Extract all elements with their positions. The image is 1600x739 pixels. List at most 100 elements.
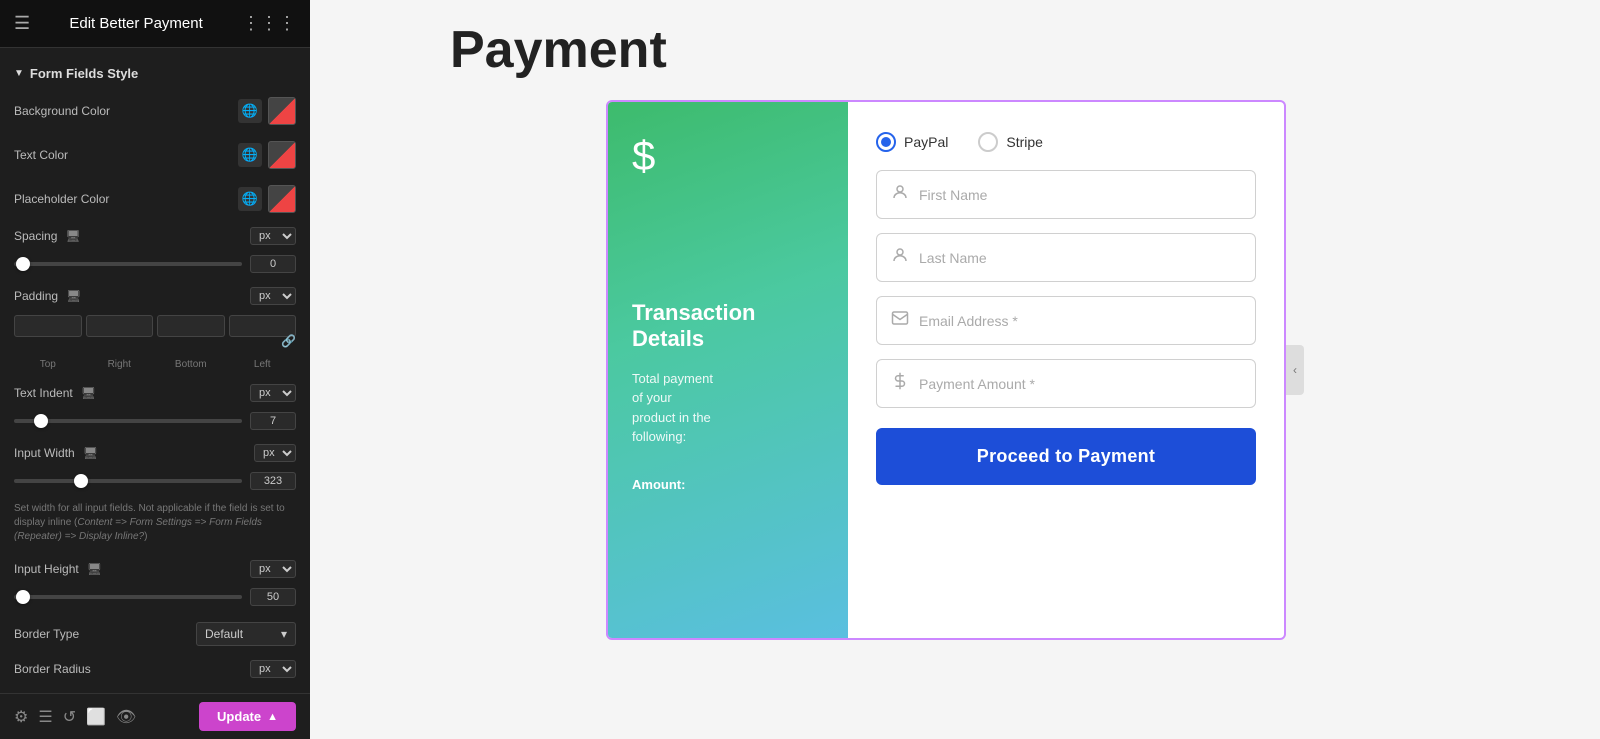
padding-bottom-input[interactable] [157, 315, 225, 337]
padding-label-top: Top [14, 359, 82, 370]
background-color-swatch[interactable] [268, 97, 296, 125]
stripe-radio-circle[interactable] [978, 132, 998, 152]
spacing-slider-thumb[interactable] [16, 257, 30, 271]
input-width-unit-select[interactable]: px % [254, 444, 296, 462]
padding-top-input[interactable] [14, 315, 82, 337]
placeholder-color-swatch[interactable] [268, 185, 296, 213]
padding-label-right: Right [86, 359, 154, 370]
input-height-label: Input Height [14, 562, 79, 576]
input-width-slider-thumb[interactable] [74, 474, 88, 488]
email-address-field[interactable]: Email Address * [876, 296, 1256, 345]
padding-label: Padding [14, 289, 58, 303]
input-height-slider[interactable] [14, 595, 242, 599]
sidebar-collapse-toggle[interactable]: ‹ [1286, 345, 1304, 395]
spacing-monitor-icon: 🖥 [65, 229, 80, 243]
dollar-sign: $ [632, 132, 824, 180]
text-indent-slider-group [14, 412, 296, 430]
spacing-value-input[interactable]: 0 [250, 255, 296, 273]
input-height-value-input[interactable] [250, 588, 296, 606]
background-color-controls: 🌐 [238, 97, 296, 125]
background-color-globe-button[interactable]: 🌐 [238, 99, 262, 123]
transaction-desc: Total paymentof yourproduct in thefollow… [632, 369, 824, 447]
first-name-person-icon [891, 183, 909, 206]
proceed-to-payment-button[interactable]: Proceed to Payment [876, 428, 1256, 485]
spacing-unit-select[interactable]: px em [250, 227, 296, 245]
email-icon [891, 309, 909, 332]
placeholder-color-label: Placeholder Color [14, 192, 238, 206]
email-placeholder: Email Address * [919, 313, 1018, 329]
text-color-globe-button[interactable]: 🌐 [238, 143, 262, 167]
last-name-person-icon [891, 246, 909, 269]
responsive-icon[interactable]: ⬜ [86, 707, 106, 727]
paypal-radio-dot [881, 137, 891, 147]
paypal-radio-option[interactable]: PayPal [876, 132, 948, 152]
input-height-slider-group [14, 588, 296, 606]
padding-labels: Top Right Bottom Left [0, 359, 310, 378]
input-width-value-input[interactable] [250, 472, 296, 490]
update-chevron-icon: ▲ [267, 711, 278, 723]
padding-label-group: Padding 🖥 [14, 289, 81, 303]
payment-widget-wrapper: $ TransactionDetails Total paymentof you… [606, 100, 1304, 640]
padding-right-input[interactable] [86, 315, 154, 337]
spacing-slider[interactable] [14, 262, 242, 266]
payment-amount-field[interactable]: Payment Amount * [876, 359, 1256, 408]
history-icon[interactable]: ↺ [63, 707, 76, 727]
settings-icon[interactable]: ⚙ [14, 707, 28, 727]
text-indent-slider-thumb[interactable] [34, 414, 48, 428]
section-arrow-icon: ▼ [14, 68, 24, 79]
input-height-row: Input Height 🖥 px em [0, 554, 310, 584]
text-indent-monitor-icon: 🖥 [81, 386, 96, 400]
padding-link-icon[interactable]: 🔗 [281, 334, 296, 348]
payment-dollar-icon [891, 372, 909, 395]
padding-grid: 🔗 [0, 311, 310, 359]
section-header-form-fields[interactable]: ▼ Form Fields Style [0, 58, 310, 89]
first-name-field[interactable]: First Name [876, 170, 1256, 219]
padding-unit-select[interactable]: px em [250, 287, 296, 305]
border-type-chevron-icon: ▾ [281, 627, 287, 641]
text-indent-label-group: Text Indent 🖥 [14, 386, 96, 400]
background-color-row: Background Color 🌐 [0, 89, 310, 133]
stripe-radio-option[interactable]: Stripe [978, 132, 1043, 152]
input-width-slider-row [0, 468, 310, 498]
sidebar-content: ▼ Form Fields Style Background Color 🌐 T… [0, 48, 310, 693]
main-content: Payment $ TransactionDetails Total payme… [310, 0, 1600, 739]
sidebar-header: ☰ Edit Better Payment ⋮⋮⋮ [0, 0, 310, 48]
border-type-select[interactable]: Default ▾ [196, 622, 296, 646]
last-name-field[interactable]: Last Name [876, 233, 1256, 282]
page-title: Payment [450, 20, 667, 80]
update-label: Update [217, 709, 261, 724]
hamburger-icon[interactable]: ☰ [14, 13, 30, 34]
padding-label-bottom: Bottom [157, 359, 225, 370]
placeholder-color-controls: 🌐 [238, 185, 296, 213]
preview-icon[interactable]: 👁 [116, 707, 136, 727]
payment-amount-placeholder: Payment Amount * [919, 376, 1035, 392]
transaction-title: TransactionDetails [632, 300, 824, 353]
border-radius-row: Border Radius px em [0, 654, 310, 684]
input-width-slider[interactable] [14, 479, 242, 483]
input-width-label-group: Input Width 🖥 [14, 446, 98, 460]
text-indent-unit-select[interactable]: px em [250, 384, 296, 402]
last-name-placeholder: Last Name [919, 250, 987, 266]
paypal-radio-circle[interactable] [876, 132, 896, 152]
padding-monitor-icon: 🖥 [66, 289, 81, 303]
payment-left-panel: $ TransactionDetails Total paymentof you… [608, 102, 848, 638]
input-height-unit-select[interactable]: px em [250, 560, 296, 578]
sidebar: ☰ Edit Better Payment ⋮⋮⋮ ▼ Form Fields … [0, 0, 310, 739]
border-radius-label: Border Radius [14, 662, 91, 676]
text-indent-row: Text Indent 🖥 px em [0, 378, 310, 408]
text-indent-value-input[interactable] [250, 412, 296, 430]
payment-methods: PayPal Stripe [876, 132, 1256, 152]
layers-icon[interactable]: ☰ [38, 707, 52, 727]
input-height-slider-thumb[interactable] [16, 590, 30, 604]
text-indent-slider[interactable] [14, 419, 242, 423]
grid-icon[interactable]: ⋮⋮⋮ [242, 13, 296, 34]
spacing-slider-row: 0 [0, 251, 310, 281]
text-color-swatch[interactable] [268, 141, 296, 169]
placeholder-color-globe-button[interactable]: 🌐 [238, 187, 262, 211]
spacing-label-group: Spacing 🖥 [14, 229, 81, 243]
input-height-slider-row [0, 584, 310, 614]
update-button[interactable]: Update ▲ [199, 702, 296, 731]
payment-right-panel: PayPal Stripe First Name [848, 102, 1284, 638]
input-width-hint: Set width for all input fields. Not appl… [0, 498, 310, 554]
border-radius-unit-select[interactable]: px em [250, 660, 296, 678]
